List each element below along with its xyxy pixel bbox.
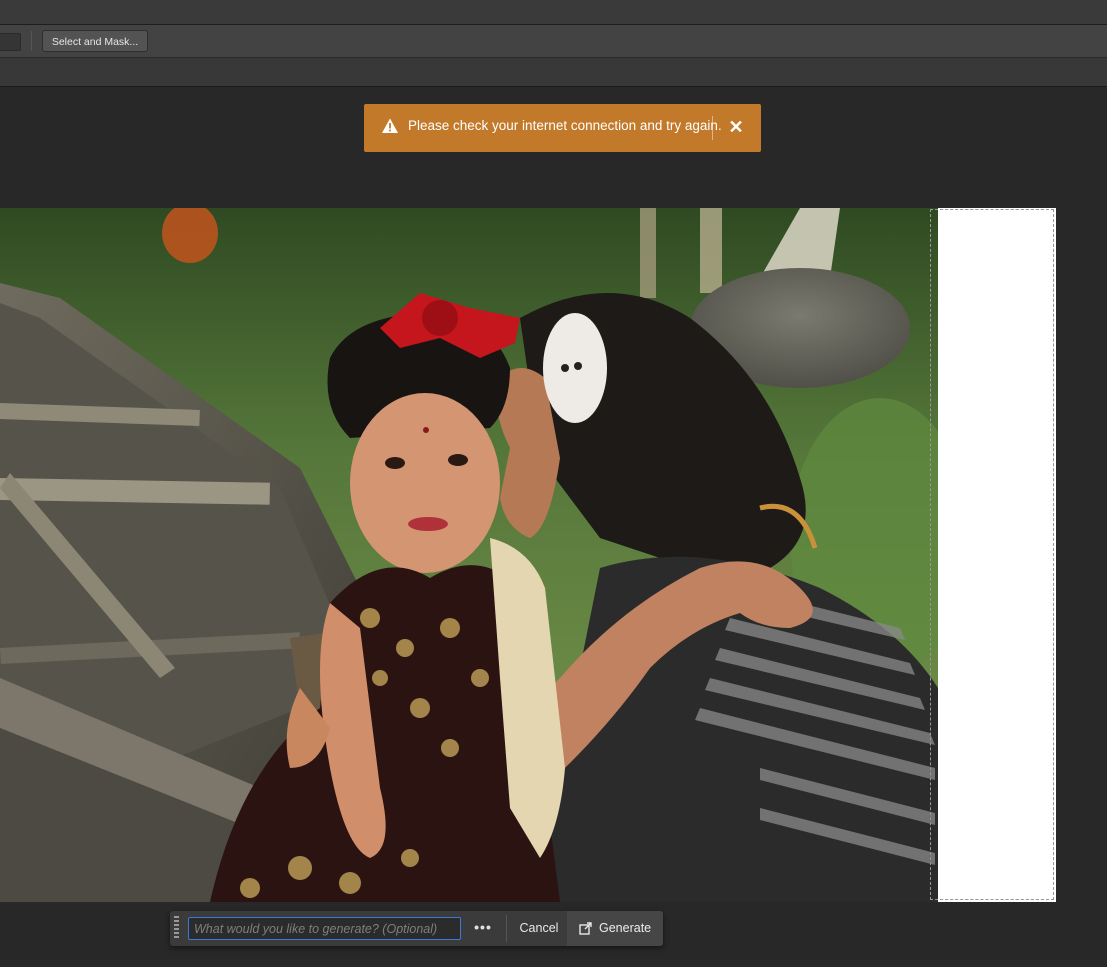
generative-expand-area[interactable] xyxy=(938,208,1056,902)
toast-message: Please check your internet connection an… xyxy=(408,118,722,133)
photo-illustration xyxy=(0,208,938,902)
options-dropdown[interactable] xyxy=(0,33,21,51)
cancel-button[interactable]: Cancel xyxy=(512,917,566,940)
menu-bar xyxy=(0,0,1107,25)
connection-error-toast: Please check your internet connection an… xyxy=(364,104,761,152)
toast-divider xyxy=(712,116,713,140)
close-icon[interactable]: ✕ xyxy=(726,117,746,137)
canvas-photo[interactable] xyxy=(0,208,938,902)
options-bar: Select and Mask... xyxy=(0,25,1107,58)
options-divider xyxy=(31,31,32,51)
photoshop-window: Select and Mask... Please check your int… xyxy=(0,0,1107,967)
drag-handle-icon[interactable] xyxy=(174,916,180,941)
generate-icon xyxy=(579,922,592,935)
contextual-task-bar: ••• Cancel Generate xyxy=(170,911,663,946)
more-options-button[interactable]: ••• xyxy=(470,917,496,940)
warning-icon xyxy=(382,118,398,133)
taskbar-divider xyxy=(506,915,507,942)
generate-label: Generate xyxy=(599,921,652,935)
generate-button[interactable]: Generate xyxy=(567,911,663,946)
select-and-mask-button[interactable]: Select and Mask... xyxy=(42,30,148,52)
generate-prompt-input[interactable] xyxy=(188,917,461,940)
document-tab-bar xyxy=(0,58,1107,87)
